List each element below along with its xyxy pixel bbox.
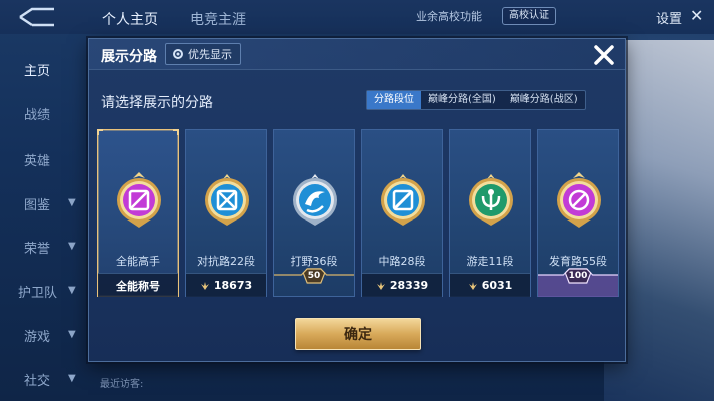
lane-card-name: 游走11段 [466, 255, 514, 268]
chevron-down-icon: ▼ [68, 197, 76, 208]
close-icon [594, 45, 614, 65]
tab-peak-national[interactable]: 巅峰分路(全国) [421, 91, 503, 109]
dialog-header: 展示分路 优先显示 [89, 39, 625, 70]
close-dialog-button[interactable] [589, 40, 619, 70]
close-icon[interactable]: ✕ [690, 6, 703, 25]
lane-card-allround[interactable]: 全能高手 全能称号 [97, 129, 179, 297]
campus-function-label[interactable]: 业余高校功能 [416, 8, 482, 24]
priority-display-button[interactable]: 优先显示 [165, 43, 241, 65]
sidebar-item-home[interactable]: 主页 [24, 60, 50, 79]
sidebar: 主页 战绩 英雄 图鉴 ▼ 荣誉 ▼ 护卫队 ▼ 游戏 ▼ 社交 ▼ [0, 34, 90, 401]
lane-card-level: 50 [307, 271, 321, 281]
sidebar-item-honor[interactable]: 荣誉 [24, 238, 50, 257]
dialog-subtitle: 请选择展示的分路 [101, 95, 213, 111]
chevron-down-icon: ▼ [68, 285, 76, 296]
lane-card-roam[interactable]: 游走11段 6031 [449, 129, 531, 297]
gear-icon [173, 49, 183, 59]
lane-card-score: 18673 [213, 279, 253, 292]
confirm-button[interactable]: 确定 [295, 318, 421, 350]
farm-lane-emblem-icon [557, 172, 601, 228]
sidebar-item-codex[interactable]: 图鉴 [24, 194, 50, 213]
priority-display-label: 优先显示 [188, 48, 232, 61]
tab-peak-region[interactable]: 巅峰分路(战区) [503, 91, 585, 109]
lane-card-footer: 6031 [450, 273, 530, 297]
selection-corner [97, 129, 103, 135]
lane-card-jungle[interactable]: 打野36段 50 [273, 129, 355, 297]
top-bar: 个人主页 电竞主涯 业余高校功能 高校认证 设置 ✕ [0, 0, 714, 34]
sidebar-item-hero[interactable]: 英雄 [24, 150, 50, 169]
tab-profile[interactable]: 个人主页 [102, 9, 158, 29]
peak-score-icon [200, 281, 209, 290]
lane-card-name: 中路28段 [378, 255, 426, 268]
lane-card-mid[interactable]: 中路28段 28339 [361, 129, 443, 297]
tab-lane-rank[interactable]: 分路段位 [367, 91, 421, 109]
roam-emblem-icon [469, 174, 513, 226]
lane-card-clash[interactable]: 对抗路22段 18673 [185, 129, 267, 297]
lane-card-farm[interactable]: 发育路55段 100 [537, 129, 619, 297]
lane-card-title: 全能称号 [116, 279, 160, 293]
back-icon[interactable] [16, 6, 58, 28]
campus-badge[interactable]: 高校认证 [502, 7, 556, 25]
recent-visitors-label: 最近访客: [100, 379, 144, 390]
lane-card-name: 对抗路22段 [197, 255, 255, 268]
settings-button[interactable]: 设置 [656, 8, 682, 27]
mid-lane-emblem-icon [381, 174, 425, 226]
sidebar-item-guard[interactable]: 护卫队 [18, 282, 57, 301]
lane-type-tabs: 分路段位 巅峰分路(全国) 巅峰分路(战区) [366, 90, 586, 110]
tab-esports[interactable]: 电竞主涯 [190, 9, 246, 29]
jungle-emblem-icon [293, 174, 337, 226]
chevron-down-icon: ▼ [68, 329, 76, 340]
lane-card-score: 6031 [481, 279, 513, 292]
peak-score-icon [468, 281, 477, 290]
chevron-down-icon: ▼ [68, 373, 76, 384]
selection-corner [173, 129, 179, 135]
peak-score-icon [376, 281, 385, 290]
lane-display-dialog: 展示分路 优先显示 请选择展示的分路 分路段位 巅峰分路(全国) 巅峰分路(战区… [88, 38, 626, 362]
chevron-down-icon: ▼ [68, 241, 76, 252]
lane-card-footer: 18673 [186, 273, 266, 297]
dialog-title: 展示分路 [101, 49, 157, 65]
lane-card-footer: 全能称号 [98, 273, 178, 297]
lane-card-footer: 28339 [362, 273, 442, 297]
sidebar-item-game[interactable]: 游戏 [24, 326, 50, 345]
lane-card-score: 28339 [389, 279, 429, 292]
lane-card-level: 100 [568, 271, 588, 281]
clash-lane-emblem-icon [205, 174, 249, 226]
lane-cards: 全能高手 全能称号 对抗路22段 18673 打野36段 50 中路28段 28… [97, 129, 619, 297]
sidebar-item-record[interactable]: 战绩 [24, 104, 50, 123]
lane-card-name: 全能高手 [116, 255, 160, 268]
sidebar-item-social[interactable]: 社交 [24, 370, 50, 389]
allround-emblem-icon [117, 172, 161, 228]
